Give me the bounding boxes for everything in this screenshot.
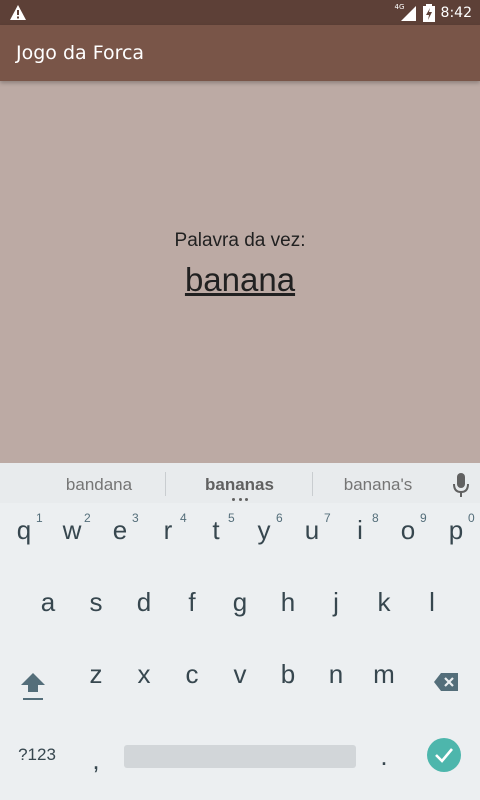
- key-label: a: [40, 587, 56, 617]
- key-label: x: [137, 659, 151, 689]
- key-hint: 9: [420, 511, 427, 525]
- warning-icon: [10, 5, 26, 20]
- key-h[interactable]: h: [264, 587, 312, 639]
- key-label: ,: [92, 745, 100, 775]
- key-p[interactable]: 0 p: [432, 511, 480, 567]
- battery-icon: [422, 3, 435, 22]
- key-e[interactable]: 3 e: [96, 511, 144, 567]
- suggestion-strip: bandana bananas banana's: [0, 463, 480, 503]
- key-hint: 1: [36, 511, 43, 525]
- key-label: n: [328, 659, 344, 689]
- checkmark-icon: [435, 748, 453, 763]
- key-j[interactable]: j: [312, 587, 360, 639]
- enter-button[interactable]: [427, 738, 461, 772]
- key-label: l: [429, 587, 435, 617]
- key-hint: 5: [228, 511, 235, 525]
- key-y[interactable]: 6 y: [240, 511, 288, 567]
- key-label: .: [380, 741, 388, 771]
- key-t[interactable]: 5 t: [192, 511, 240, 567]
- key-hint: 8: [372, 511, 379, 525]
- key-s[interactable]: s: [72, 587, 120, 639]
- key-hint: 0: [468, 511, 475, 525]
- status-icons: 4G 8:42: [395, 0, 472, 25]
- key-hint: 3: [132, 511, 139, 525]
- key-f[interactable]: f: [168, 587, 216, 639]
- key-label: z: [89, 659, 103, 689]
- app-bar: Jogo da Forca: [0, 25, 480, 81]
- app-title: Jogo da Forca: [16, 42, 145, 64]
- key-r[interactable]: 4 r: [144, 511, 192, 567]
- suggestion-2[interactable]: bananas: [166, 463, 313, 503]
- word-label: Palavra da vez:: [174, 230, 306, 251]
- key-b[interactable]: b: [264, 659, 312, 711]
- key-c[interactable]: c: [168, 659, 216, 711]
- key-label: g: [232, 587, 248, 617]
- key-label: j: [333, 587, 339, 617]
- more-suggestions-icon[interactable]: [232, 498, 248, 502]
- current-word: banana: [184, 261, 296, 298]
- key-d[interactable]: d: [120, 587, 168, 639]
- suggestion-1[interactable]: bandana: [18, 463, 180, 503]
- key-q[interactable]: 1 q: [0, 511, 48, 567]
- key-a[interactable]: a: [24, 587, 72, 639]
- key-label: m: [373, 659, 395, 689]
- game-area: Palavra da vez: banana: [0, 81, 480, 463]
- status-bar: 4G 8:42: [0, 0, 480, 25]
- key-w[interactable]: 2 w: [48, 511, 96, 567]
- key-label: h: [280, 587, 296, 617]
- key-label: s: [89, 587, 103, 617]
- key-v[interactable]: v: [216, 659, 264, 711]
- key-label: f: [188, 587, 196, 617]
- backspace-icon: [434, 673, 458, 691]
- key-label: c: [185, 659, 199, 689]
- key-hint: 2: [84, 511, 91, 525]
- microphone-icon[interactable]: [452, 473, 470, 497]
- key-label: d: [136, 587, 152, 617]
- shift-key[interactable]: [8, 663, 58, 715]
- key-z[interactable]: z: [72, 659, 120, 711]
- key-g[interactable]: g: [216, 587, 264, 639]
- comma-key[interactable]: ,: [78, 745, 114, 779]
- suggestion-3[interactable]: banana's: [313, 463, 443, 503]
- space-bar[interactable]: [124, 745, 356, 768]
- key-label: b: [280, 659, 296, 689]
- key-o[interactable]: 9 o: [384, 511, 432, 567]
- key-i[interactable]: 8 i: [336, 511, 384, 567]
- key-u[interactable]: 7 u: [288, 511, 336, 567]
- signal-icon: 4G: [395, 3, 417, 22]
- key-k[interactable]: k: [360, 587, 408, 639]
- soft-keyboard: bandana bananas banana's 1 q 2 w 3 e 4 r…: [0, 463, 480, 800]
- clock: 8:42: [440, 4, 472, 21]
- key-label: ?123: [18, 745, 56, 764]
- key-hint: 6: [276, 511, 283, 525]
- key-l[interactable]: l: [408, 587, 456, 639]
- key-label: v: [233, 659, 247, 689]
- period-key[interactable]: .: [366, 741, 402, 775]
- backspace-key[interactable]: [424, 668, 468, 708]
- key-m[interactable]: m: [360, 659, 408, 711]
- symbols-key[interactable]: ?123: [8, 745, 66, 775]
- key-label: k: [377, 587, 391, 617]
- key-hint: 7: [324, 511, 331, 525]
- shift-icon: [21, 673, 45, 700]
- key-x[interactable]: x: [120, 659, 168, 711]
- key-hint: 4: [180, 511, 187, 525]
- key-n[interactable]: n: [312, 659, 360, 711]
